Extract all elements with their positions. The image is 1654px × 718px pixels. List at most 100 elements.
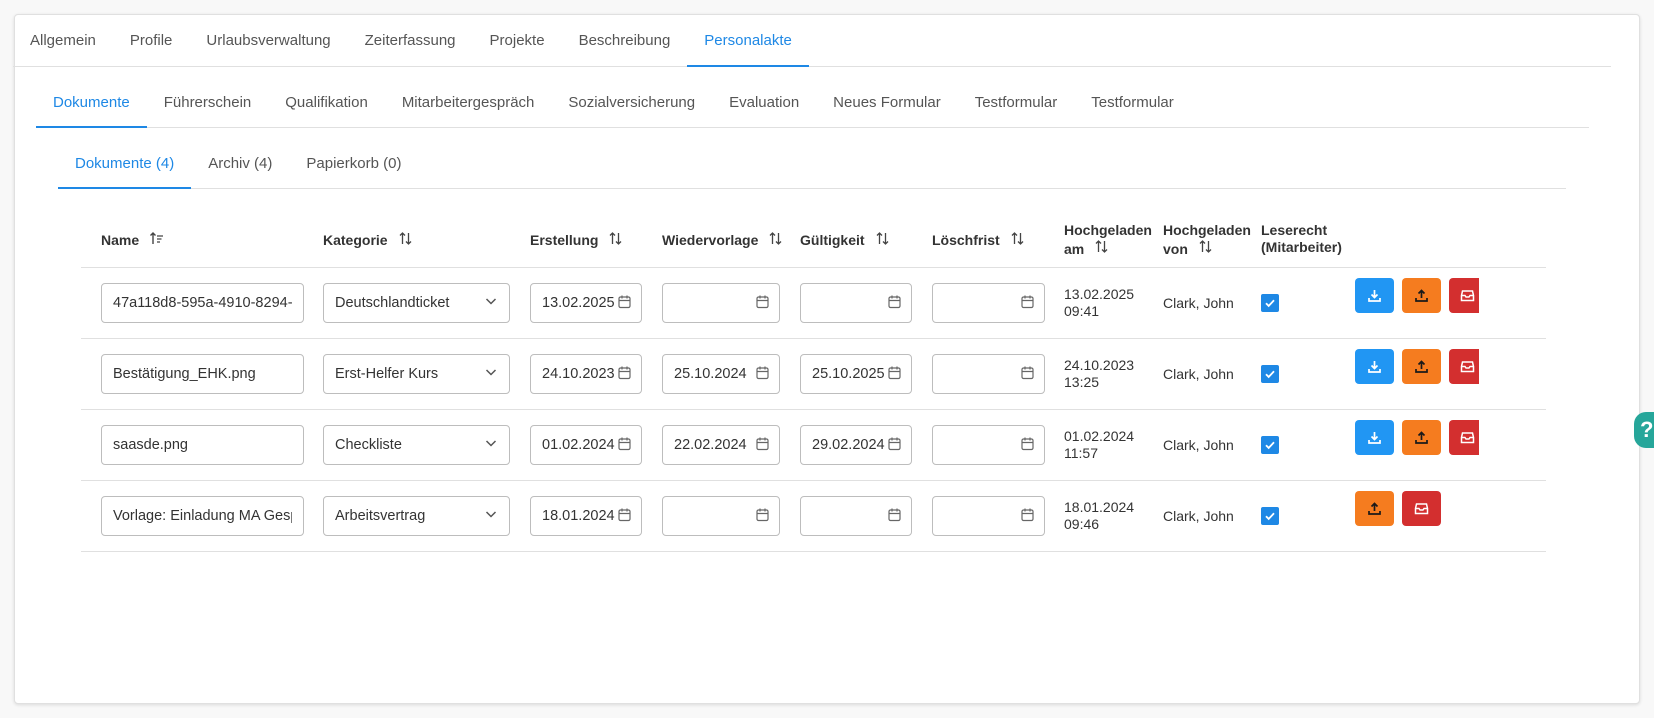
calendar-icon[interactable] — [1020, 436, 1035, 455]
sort-icon[interactable] — [768, 231, 783, 250]
name-input[interactable]: Vorlage: Einladung MA Gespräch — [101, 496, 304, 536]
sort-icon[interactable] — [398, 231, 413, 250]
column-hochgeladen-am[interactable]: Hochgeladen am — [1064, 222, 1152, 258]
archive-button[interactable] — [1449, 349, 1479, 384]
wiedervorlage-date-input[interactable]: 22.02.2024 — [662, 425, 780, 465]
sub-tab-6[interactable]: Neues Formular — [816, 77, 958, 127]
column-leserecht: Leserecht (Mitarbeiter) — [1261, 222, 1342, 256]
leserecht-checkbox[interactable] — [1261, 436, 1279, 454]
sub-tab-0[interactable]: Dokumente — [36, 77, 147, 128]
calendar-icon[interactable] — [617, 507, 632, 526]
sub-tab-4[interactable]: Sozialversicherung — [551, 77, 712, 127]
leserecht-checkbox[interactable] — [1261, 294, 1279, 312]
calendar-icon[interactable] — [887, 507, 902, 526]
calendar-icon[interactable] — [887, 436, 902, 455]
sort-ascending-icon[interactable] — [149, 231, 164, 250]
calendar-icon[interactable] — [617, 365, 632, 384]
erstellung-date-input[interactable]: 24.10.2023 — [530, 354, 642, 394]
main-tab-2[interactable]: Urlaubsverwaltung — [189, 14, 347, 66]
name-input[interactable]: Bestätigung_EHK.png — [101, 354, 304, 394]
download-button[interactable] — [1355, 278, 1394, 313]
calendar-icon[interactable] — [755, 294, 770, 313]
calendar-icon[interactable] — [755, 365, 770, 384]
calendar-icon[interactable] — [887, 294, 902, 313]
calendar-icon[interactable] — [755, 436, 770, 455]
main-tabs: Allgemein Profile Urlaubsverwaltung Zeiterf… — [13, 14, 1611, 67]
gueltigkeit-date-input[interactable]: 25.10.2025 — [800, 354, 912, 394]
leserecht-checkbox[interactable] — [1261, 365, 1279, 383]
loeschfrist-date-input[interactable] — [932, 496, 1045, 536]
download-icon — [1367, 288, 1382, 303]
sort-icon[interactable] — [1198, 239, 1213, 258]
calendar-icon[interactable] — [755, 507, 770, 526]
column-wiedervorlage[interactable]: Wiedervorlage — [662, 231, 783, 250]
document-tab-1[interactable]: Archiv (4) — [191, 139, 289, 188]
name-input[interactable]: 47a118d8-595a-4910-8294-03c — [101, 283, 304, 323]
wiedervorlage-date-input[interactable] — [662, 496, 780, 536]
gueltigkeit-date-input[interactable] — [800, 283, 912, 323]
sub-tab-5[interactable]: Evaluation — [712, 77, 816, 127]
table-row: Bestätigung_EHK.png Erst-Helfer Kurs 24.10… — [81, 339, 1546, 410]
main-tab-5[interactable]: Beschreibung — [562, 14, 688, 66]
kategorie-select[interactable]: Erst-Helfer Kurs — [323, 354, 510, 394]
document-tab-2[interactable]: Papierkorb (0) — [289, 139, 418, 188]
download-button[interactable] — [1355, 349, 1394, 384]
kategorie-select[interactable]: Arbeitsvertrag — [323, 496, 510, 536]
gueltigkeit-date-input[interactable]: 29.02.2024 — [800, 425, 912, 465]
calendar-icon[interactable] — [887, 365, 902, 384]
loeschfrist-date-input[interactable] — [932, 283, 1045, 323]
document-tab-0[interactable]: Dokumente (4) — [58, 139, 192, 189]
wiedervorlage-date-input[interactable] — [662, 283, 780, 323]
column-label: Name — [101, 232, 140, 248]
loeschfrist-date-input[interactable] — [932, 425, 1045, 465]
sub-tab-3[interactable]: Mitarbeitergespräch — [385, 77, 552, 127]
kategorie-select[interactable]: Deutschlandticket — [323, 283, 510, 323]
calendar-icon[interactable] — [617, 294, 632, 313]
sort-icon[interactable] — [875, 231, 890, 250]
column-hochgeladen-von[interactable]: Hochgeladen von — [1163, 222, 1251, 258]
erstellung-date-input[interactable]: 18.01.2024 — [530, 496, 642, 536]
main-tab-0[interactable]: Allgemein — [13, 14, 113, 66]
upload-button[interactable] — [1355, 491, 1394, 526]
upload-button[interactable] — [1402, 278, 1441, 313]
calendar-icon[interactable] — [1020, 294, 1035, 313]
column-gueltigkeit[interactable]: Gültigkeit — [800, 231, 890, 250]
column-label: Erstellung — [530, 232, 599, 248]
sub-tab-1[interactable]: Führerschein — [147, 77, 269, 127]
sort-icon[interactable] — [1094, 239, 1109, 258]
main-tab-1[interactable]: Profile — [113, 14, 190, 66]
erstellung-date-input[interactable]: 01.02.2024 — [530, 425, 642, 465]
loeschfrist-date-input[interactable] — [932, 354, 1045, 394]
kategorie-select[interactable]: Checkliste — [323, 425, 510, 465]
column-kategorie[interactable]: Kategorie — [323, 231, 413, 250]
help-icon[interactable]: ? — [1634, 412, 1654, 448]
erstellung-value: 13.02.2025 — [542, 295, 615, 311]
inbox-icon — [1414, 501, 1429, 516]
column-name[interactable]: Name — [101, 231, 164, 250]
inbox-icon — [1460, 430, 1475, 445]
archive-button[interactable] — [1449, 420, 1479, 455]
column-loeschfrist[interactable]: Löschfrist — [932, 231, 1025, 250]
main-tab-3[interactable]: Zeiterfassung — [348, 14, 473, 66]
name-input[interactable]: saasde.png — [101, 425, 304, 465]
sub-tab-8[interactable]: Testformular — [1074, 77, 1191, 127]
leserecht-checkbox[interactable] — [1261, 507, 1279, 525]
sub-tab-7[interactable]: Testformular — [958, 77, 1075, 127]
download-button[interactable] — [1355, 420, 1394, 455]
calendar-icon[interactable] — [617, 436, 632, 455]
gueltigkeit-date-input[interactable] — [800, 496, 912, 536]
sort-icon[interactable] — [608, 231, 623, 250]
archive-button[interactable] — [1449, 278, 1479, 313]
upload-button[interactable] — [1402, 349, 1441, 384]
calendar-icon[interactable] — [1020, 365, 1035, 384]
upload-button[interactable] — [1402, 420, 1441, 455]
erstellung-date-input[interactable]: 13.02.2025 — [530, 283, 642, 323]
column-erstellung[interactable]: Erstellung — [530, 231, 623, 250]
sort-icon[interactable] — [1010, 231, 1025, 250]
calendar-icon[interactable] — [1020, 507, 1035, 526]
main-tab-4[interactable]: Projekte — [473, 14, 562, 66]
sub-tab-2[interactable]: Qualifikation — [268, 77, 385, 127]
wiedervorlage-date-input[interactable]: 25.10.2024 — [662, 354, 780, 394]
archive-button[interactable] — [1402, 491, 1441, 526]
main-tab-6[interactable]: Personalakte — [687, 14, 809, 67]
